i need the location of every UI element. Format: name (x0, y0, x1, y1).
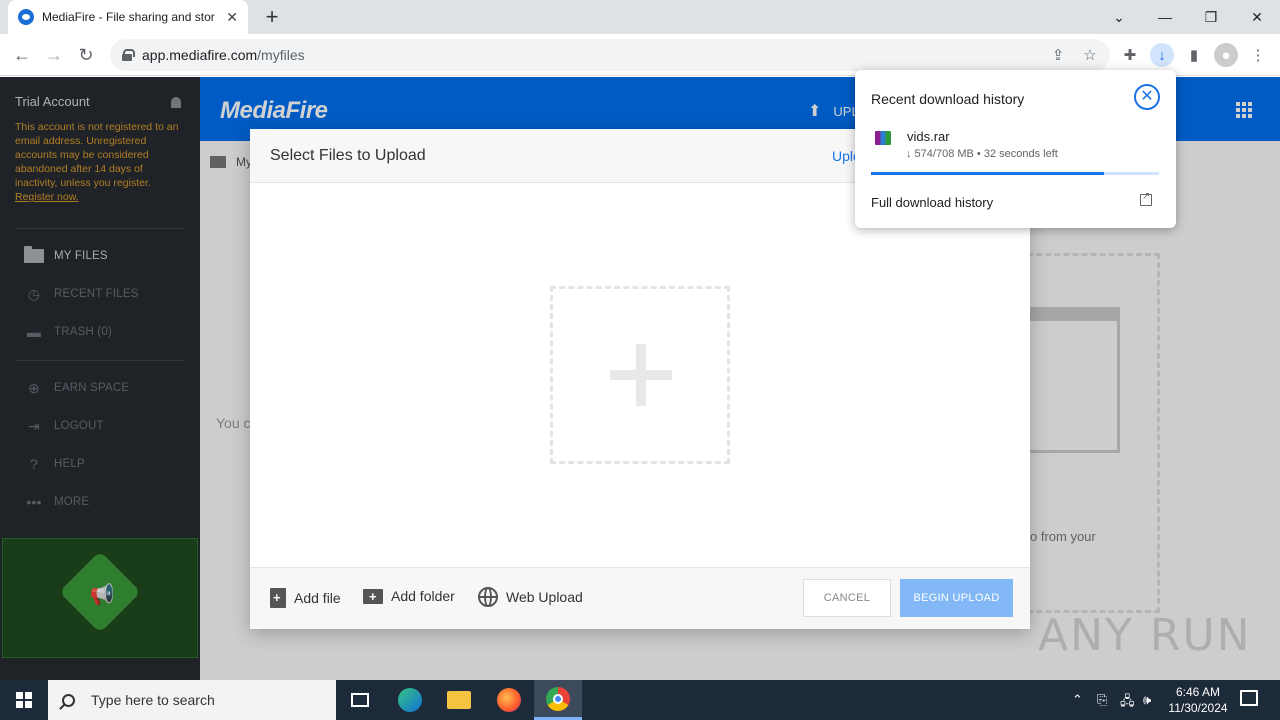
download-file-name[interactable]: vids.rar (907, 129, 950, 144)
url-path: /myfiles (257, 47, 305, 63)
tab-close-icon[interactable]: ✕ (226, 9, 238, 26)
file-explorer-app[interactable] (435, 680, 483, 720)
add-folder-button[interactable]: Add folder (363, 588, 455, 604)
menu-kebab-icon[interactable]: ⋮ (1246, 43, 1270, 67)
web-upload-button[interactable]: Web Upload (478, 587, 583, 607)
close-window-button[interactable]: ✕ (1234, 0, 1280, 34)
globe-icon (478, 587, 498, 607)
new-tab-button[interactable]: + (260, 5, 284, 29)
task-view-icon (351, 693, 369, 707)
network-icon[interactable]: 🖧 (1120, 692, 1135, 714)
task-view-button[interactable] (336, 680, 384, 720)
begin-upload-button[interactable]: BEGIN UPLOAD (900, 579, 1013, 617)
browser-tab-strip: MediaFire - File sharing and stor ✕ + ⌄ … (0, 0, 1280, 34)
file-drop-zone[interactable] (550, 286, 730, 464)
cancel-button[interactable]: CANCEL (803, 579, 891, 617)
tray-device-icon[interactable]: ⎘ (1097, 692, 1107, 708)
back-button[interactable]: ← (9, 42, 35, 68)
chrome-app[interactable] (534, 680, 582, 720)
taskbar-clock[interactable]: 6:46 AM 11/30/2024 (1160, 684, 1236, 716)
notification-center-icon[interactable] (1240, 690, 1258, 706)
address-bar[interactable]: app.mediafire.com /myfiles (110, 39, 1110, 71)
dialog-footer: Add file Add folder Web Upload CANCEL BE… (250, 567, 1030, 629)
windows-logo-icon (16, 692, 32, 708)
download-bubble: Recent download history ✕ vids.rar ↓ 574… (855, 70, 1176, 228)
side-panel-icon[interactable]: ▮ (1182, 43, 1206, 67)
edge-icon (398, 688, 422, 712)
mediafire-favicon-icon (18, 9, 34, 25)
rar-file-icon (875, 131, 891, 145)
firefox-icon (497, 688, 521, 712)
browser-tab[interactable]: MediaFire - File sharing and stor ✕ (8, 0, 248, 34)
add-file-label: Add file (294, 590, 341, 606)
tab-title: MediaFire - File sharing and stor (42, 10, 215, 24)
add-file-icon (270, 588, 286, 608)
tab-search-icon[interactable]: ⌄ (1096, 0, 1142, 34)
taskbar-search[interactable]: Type here to search (48, 680, 336, 720)
download-icon[interactable]: ↓ (1150, 43, 1174, 67)
web-upload-label: Web Upload (506, 589, 583, 605)
anyrun-watermark: ANY RUN (1038, 610, 1252, 661)
add-file-button[interactable]: Add file (270, 588, 341, 608)
volume-icon[interactable]: 🕪 (1143, 692, 1151, 708)
search-icon (62, 693, 75, 707)
clock-date: 11/30/2024 (1168, 701, 1228, 715)
lock-icon (122, 49, 135, 61)
external-link-icon[interactable] (1140, 191, 1152, 206)
download-status: ↓ 574/708 MB • 32 seconds left (906, 148, 1058, 160)
forward-button[interactable]: → (41, 42, 67, 68)
tray-chevron-icon[interactable]: ⌃ (1072, 692, 1083, 708)
taskbar: Type here to search ⌃ ⎘ 🖧 🕪 6:46 AM 11/3… (0, 680, 1280, 720)
profile-avatar-icon[interactable]: ● (1214, 43, 1238, 67)
download-progress-bar (871, 172, 1159, 175)
chrome-icon (546, 686, 570, 711)
reload-button[interactable]: ↻ (73, 42, 99, 68)
restore-button[interactable]: ❐ (1188, 0, 1234, 34)
plus-icon (610, 344, 672, 406)
firefox-app[interactable] (485, 680, 533, 720)
extensions-icon[interactable]: ✚ (1118, 43, 1142, 67)
url-host: app.mediafire.com (142, 47, 258, 63)
bookmark-star-icon[interactable]: ☆ (1078, 43, 1102, 67)
add-folder-icon (363, 588, 383, 604)
clock-time: 6:46 AM (1175, 685, 1221, 699)
download-bubble-title: Recent download history (871, 91, 1025, 107)
add-folder-label: Add folder (391, 588, 455, 604)
search-placeholder: Type here to search (91, 692, 215, 708)
close-icon[interactable]: ✕ (1134, 84, 1160, 110)
download-progress-fill (871, 172, 1105, 175)
edge-app[interactable] (386, 680, 434, 720)
start-button[interactable] (0, 680, 48, 720)
full-download-history-link[interactable]: Full download history (871, 195, 993, 210)
share-icon[interactable]: ⇪ (1046, 43, 1070, 67)
file-explorer-icon (447, 691, 471, 709)
dialog-title: Select Files to Upload (270, 147, 426, 164)
minimize-button[interactable]: — (1142, 0, 1188, 34)
